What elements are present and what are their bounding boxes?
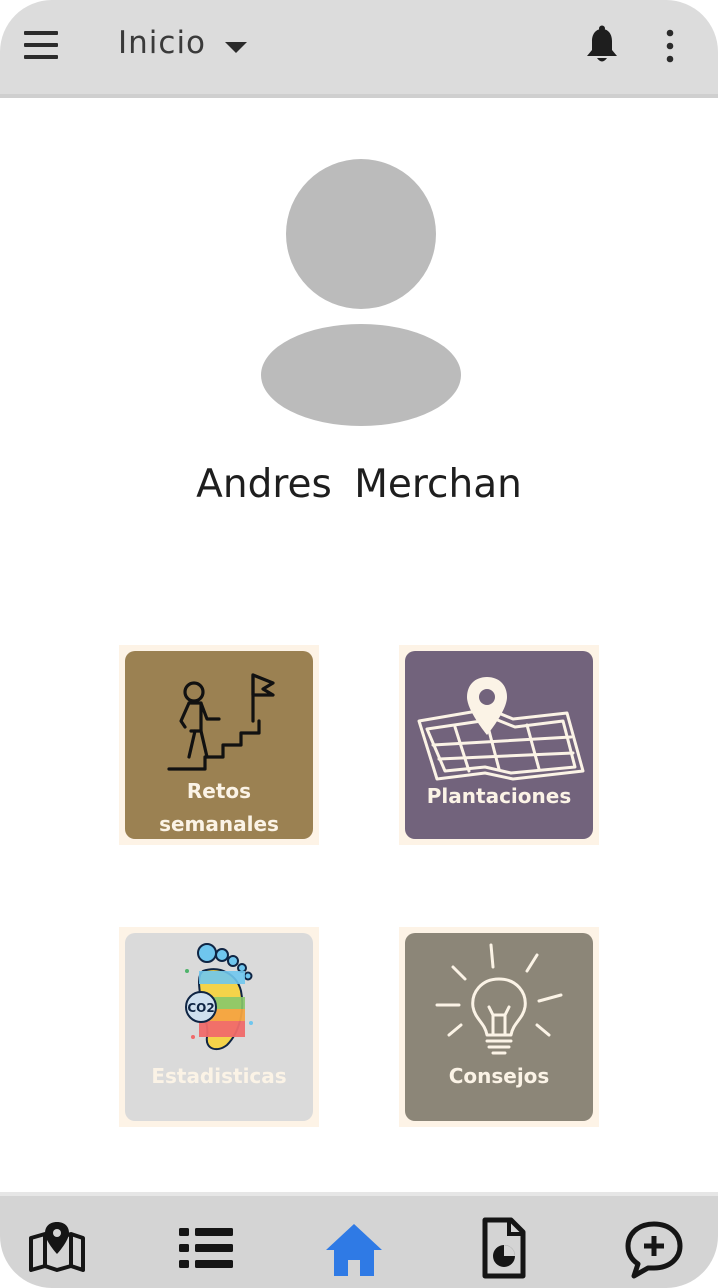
plantaciones-label: Plantaciones [426, 784, 572, 808]
nav-report-button[interactable] [471, 1216, 535, 1280]
user-silhouette-icon [261, 159, 461, 426]
report-document-icon [482, 1217, 526, 1279]
estadisticas-label: Estadisticas [151, 1064, 287, 1088]
more-options-button[interactable] [660, 27, 680, 65]
stairs-goal-icon [167, 673, 275, 771]
list-icon [179, 1228, 233, 1268]
map-location-icon [417, 677, 585, 781]
consejos-tile[interactable]: Consejos [399, 927, 599, 1127]
estadisticas-tile[interactable]: CO2 Estadisticas [119, 927, 319, 1127]
retos-tile-card: Retos semanales [125, 651, 313, 839]
plantaciones-tile[interactable]: Plantaciones [399, 645, 599, 845]
retos-semanales-tile[interactable]: Retos semanales [119, 645, 319, 845]
page-selector-dropdown[interactable]: Inicio [118, 20, 248, 66]
nav-home-button[interactable] [322, 1216, 386, 1280]
user-name: Andres Merchan [196, 462, 522, 507]
co2-text: CO2 [187, 1001, 214, 1015]
nav-map-button[interactable] [25, 1216, 89, 1280]
carbon-footprint-icon: CO2 [185, 943, 253, 1051]
page-title: Inicio [118, 25, 207, 61]
caret-down-icon [225, 42, 248, 53]
notifications-button[interactable] [584, 25, 620, 65]
menu-button[interactable] [22, 26, 60, 64]
profile-avatar [258, 156, 464, 428]
consejos-label: Consejos [448, 1064, 550, 1088]
retos-label-line2: semanales [159, 812, 279, 836]
hamburger-menu-icon [24, 31, 58, 59]
lightbulb-icon [435, 943, 563, 1055]
home-icon [326, 1224, 382, 1276]
nav-add-comment-button[interactable] [622, 1216, 686, 1280]
plantaciones-tile-card: Plantaciones [405, 651, 593, 839]
map-pin-icon [29, 1222, 85, 1272]
estadisticas-tile-card: CO2 Estadisticas [125, 933, 313, 1121]
bottom-navigation-bar [0, 1192, 718, 1288]
bell-icon [587, 25, 617, 62]
top-app-bar: Inicio [0, 0, 718, 98]
app-screen: Inicio Andres Merchan Retos semanales Pl… [0, 0, 718, 1288]
add-comment-icon [625, 1221, 683, 1279]
nav-list-button[interactable] [173, 1216, 237, 1280]
more-vertical-icon [666, 29, 674, 63]
consejos-tile-card: Consejos [405, 933, 593, 1121]
retos-label-line1: Retos [186, 779, 252, 803]
